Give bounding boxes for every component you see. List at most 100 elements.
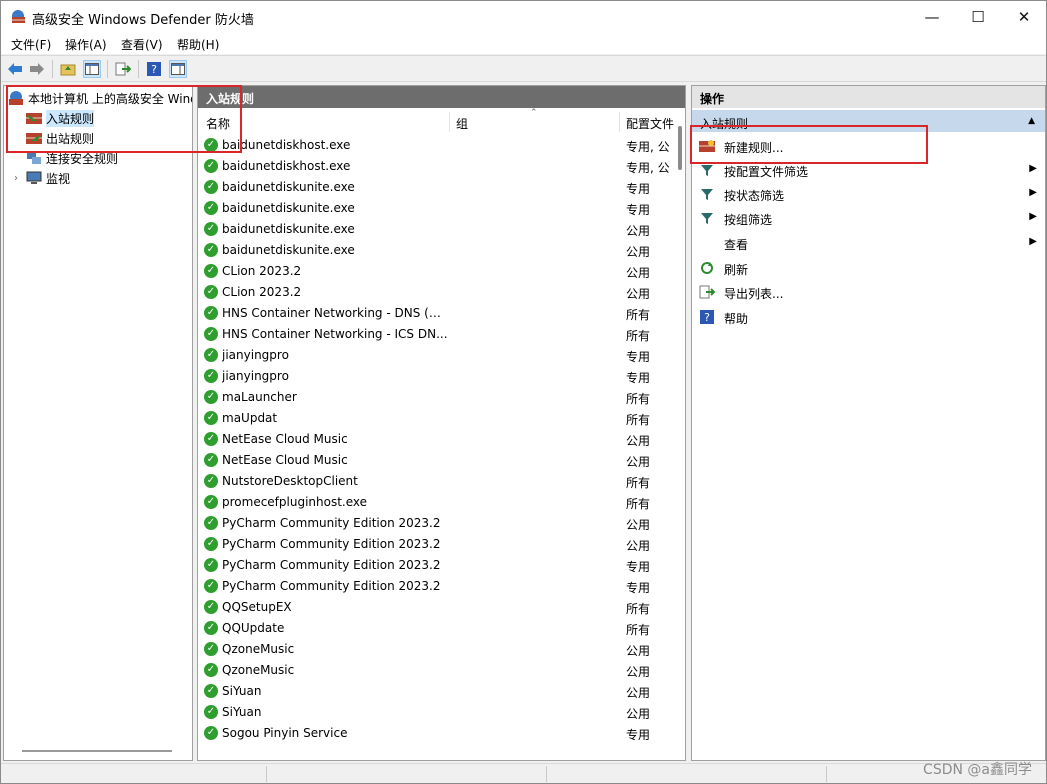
minimize-button[interactable]: —: [909, 1, 955, 32]
horizontal-scrollbar[interactable]: [22, 750, 172, 752]
table-row[interactable]: ✓ NetEase Cloud Music 公用: [198, 429, 676, 450]
enabled-check-icon: ✓: [204, 306, 218, 320]
table-row[interactable]: ✓ SiYuan 公用: [198, 681, 676, 702]
enabled-check-icon: ✓: [204, 684, 218, 698]
table-row[interactable]: ✓ baidunetdiskhost.exe 专用, 公: [198, 135, 676, 156]
menu-help[interactable]: 帮助(H): [177, 36, 219, 53]
table-row[interactable]: ✓ SiYuan 公用: [198, 702, 676, 723]
rule-name: HNS Container Networking - ICS DN...: [222, 327, 448, 341]
action-item[interactable]: ? 帮助: [692, 305, 1045, 329]
table-row[interactable]: ✓ baidunetdiskunite.exe 专用: [198, 177, 676, 198]
column-header-name[interactable]: 名称: [206, 110, 230, 134]
rule-name: CLion 2023.2: [222, 264, 302, 278]
enabled-check-icon: ✓: [204, 159, 218, 173]
table-row[interactable]: ✓ QzoneMusic 公用: [198, 639, 676, 660]
vertical-scrollbar[interactable]: [675, 110, 685, 760]
table-row[interactable]: ✓ promecefpluginhost.exe 所有: [198, 492, 676, 513]
menu-action[interactable]: 操作(A): [65, 36, 107, 53]
menu-view[interactable]: 查看(V): [121, 36, 163, 53]
tree-root[interactable]: 本地计算机 上的高级安全 Wind: [8, 88, 193, 108]
svg-text:?: ?: [151, 63, 157, 76]
status-separator: [826, 766, 827, 782]
table-row[interactable]: ✓ PyCharm Community Edition 2023.2 专用: [198, 555, 676, 576]
column-header-group[interactable]: 组: [456, 110, 468, 134]
maximize-button[interactable]: ☐: [955, 1, 1001, 32]
rule-name: jianyingpro: [222, 369, 289, 383]
rule-name: baidunetdiskunite.exe: [222, 222, 355, 236]
show-hide-action-pane-icon[interactable]: [169, 60, 187, 78]
column-separator[interactable]: [449, 112, 450, 132]
action-item[interactable]: 查看 ▶: [692, 231, 1045, 255]
action-item[interactable]: 刷新: [692, 256, 1045, 280]
rule-profile: 专用: [626, 560, 651, 574]
table-row[interactable]: ✓ HNS Container Networking - ICS DN... 所有: [198, 324, 676, 345]
enabled-check-icon: ✓: [204, 495, 218, 509]
tree-item-label: 监视: [46, 171, 71, 186]
forward-arrow-icon[interactable]: [28, 60, 46, 78]
rules-list-pane: 入站规则 名称 组 ⌃ 配置文件 ✓ baidunetdiskhost.exe 专用…: [197, 85, 686, 761]
table-row[interactable]: ✓ PyCharm Community Edition 2023.2 公用: [198, 534, 676, 555]
action-item[interactable]: 新建规则...: [692, 134, 1045, 158]
rule-profile: 公用: [626, 224, 651, 238]
rule-name: QzoneMusic: [222, 663, 295, 677]
table-row[interactable]: ✓ QQUpdate 所有: [198, 618, 676, 639]
table-row[interactable]: ✓ Sogou Pinyin Service 专用: [198, 723, 676, 744]
scrollbar-thumb[interactable]: [678, 126, 682, 170]
action-item[interactable]: 导出列表...: [692, 280, 1045, 304]
table-row[interactable]: ✓ HNS Container Networking - DNS (U... 所有: [198, 303, 676, 324]
rule-profile: 所有: [626, 392, 651, 406]
tree-item-connection-security-rules[interactable]: 连接安全规则: [26, 148, 118, 168]
rule-profile: 公用: [626, 245, 651, 259]
table-row[interactable]: ✓ QQSetupEX 所有: [198, 597, 676, 618]
table-row[interactable]: ✓ jianyingpro 专用: [198, 366, 676, 387]
table-row[interactable]: ✓ NetEase Cloud Music 公用: [198, 450, 676, 471]
column-separator[interactable]: [619, 112, 620, 132]
firewall-icon: [8, 90, 24, 106]
back-arrow-icon[interactable]: [6, 60, 24, 78]
table-row[interactable]: ✓ QzoneMusic 公用: [198, 660, 676, 681]
actions-group-inbound[interactable]: 入站规则 ▲: [692, 110, 1045, 132]
tree-item-inbound-rules[interactable]: 入站规则: [26, 108, 95, 128]
column-header-profile[interactable]: 配置文件: [626, 110, 674, 134]
rule-name: QQSetupEX: [222, 600, 292, 614]
action-label: 按配置文件筛选: [724, 165, 809, 179]
enabled-check-icon: ✓: [204, 579, 218, 593]
collapse-up-icon[interactable]: ▲: [1028, 116, 1035, 126]
tree-root-label: 本地计算机 上的高级安全 Wind: [28, 91, 193, 106]
help-icon[interactable]: ?: [145, 60, 163, 78]
table-row[interactable]: ✓ jianyingpro 专用: [198, 345, 676, 366]
export-list-icon[interactable]: [114, 60, 132, 78]
table-row[interactable]: ✓ baidunetdiskunite.exe 专用: [198, 198, 676, 219]
table-row[interactable]: ✓ baidunetdiskhost.exe 专用, 公: [198, 156, 676, 177]
enabled-check-icon: ✓: [204, 285, 218, 299]
new-rule-icon: [699, 138, 715, 154]
close-button[interactable]: ✕: [1001, 1, 1047, 32]
table-row[interactable]: ✓ CLion 2023.2 公用: [198, 261, 676, 282]
rule-name: QQUpdate: [222, 621, 285, 635]
action-item[interactable]: 按状态筛选 ▶: [692, 182, 1045, 206]
table-row[interactable]: ✓ maUpdat 所有: [198, 408, 676, 429]
chevron-right-icon[interactable]: ›: [10, 170, 22, 186]
toolbar-separator: [52, 60, 53, 78]
action-item[interactable]: 按配置文件筛选 ▶: [692, 158, 1045, 182]
table-row[interactable]: ✓ baidunetdiskunite.exe 公用: [198, 240, 676, 261]
action-label: 帮助: [724, 312, 749, 326]
toolbar-separator: [107, 60, 108, 78]
table-row[interactable]: ✓ baidunetdiskunite.exe 公用: [198, 219, 676, 240]
filter-icon: [699, 210, 715, 226]
show-hide-tree-icon[interactable]: [83, 60, 101, 78]
action-label: 查看: [724, 238, 749, 252]
rule-profile: 公用: [626, 686, 651, 700]
up-folder-icon[interactable]: [59, 60, 77, 78]
table-row[interactable]: ✓ CLion 2023.2 公用: [198, 282, 676, 303]
tree-item-monitor[interactable]: › 监视: [10, 168, 70, 188]
menu-bar: 文件(F) 操作(A) 查看(V) 帮助(H): [1, 32, 1046, 54]
table-row[interactable]: ✓ PyCharm Community Edition 2023.2 专用: [198, 576, 676, 597]
table-row[interactable]: ✓ NutstoreDesktopClient 所有: [198, 471, 676, 492]
table-row[interactable]: ✓ maLauncher 所有: [198, 387, 676, 408]
action-item[interactable]: 按组筛选 ▶: [692, 206, 1045, 230]
rule-profile: 专用: [626, 371, 651, 385]
table-row[interactable]: ✓ PyCharm Community Edition 2023.2 公用: [198, 513, 676, 534]
menu-file[interactable]: 文件(F): [11, 36, 51, 53]
tree-item-outbound-rules[interactable]: 出站规则: [26, 128, 94, 148]
